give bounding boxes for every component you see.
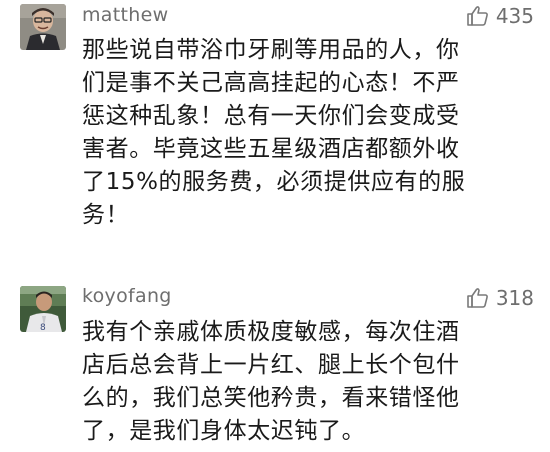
avatar[interactable] [20, 4, 66, 50]
svg-text:8: 8 [40, 323, 46, 332]
comment-line: 惩这种乱象！总有一天你们会变成受 [82, 103, 460, 129]
username[interactable]: matthew [82, 4, 168, 26]
comment-text: 那些说自带浴巾牙刷等用品的人，你 们是事不关己高高挂起的心态！不严 惩这种乱象！… [82, 34, 530, 232]
comment-line: 们是事不关己高高挂起的心态！不严 [82, 70, 460, 96]
username[interactable]: koyofang [82, 285, 172, 307]
comment-line: 么的，我们总笑他矜贵，看来错怪他 [82, 385, 460, 411]
comment-line: 害者。毕竟这些五星级酒店都额外收 [82, 136, 460, 162]
user-avatar-icon: 8 [20, 286, 66, 332]
comment-text: 我有个亲戚体质极度敏感，每次住酒 店后总会背上一片红、腿上长个包什 么的，我们总… [82, 316, 530, 448]
comment-line: 店后总会背上一片红、腿上长个包什 [82, 352, 460, 378]
thumbs-up-icon [467, 6, 488, 26]
avatar[interactable]: 8 [20, 286, 66, 332]
like-count: 435 [495, 4, 534, 28]
like-button[interactable]: 435 [466, 2, 534, 30]
like-count: 318 [495, 286, 534, 310]
comment-line: 务！ [82, 202, 130, 228]
thumbs-up-icon [467, 288, 488, 308]
comment-line: 那些说自带浴巾牙刷等用品的人，你 [82, 37, 460, 63]
user-avatar-icon [20, 4, 66, 50]
like-button[interactable]: 318 [466, 284, 534, 312]
comment-line: 我有个亲戚体质极度敏感，每次住酒 [82, 319, 460, 345]
comment-line: 了15%的服务费，必须提供应有的服 [82, 169, 466, 195]
comment-line: 了，是我们身体太迟钝了。 [82, 418, 366, 444]
